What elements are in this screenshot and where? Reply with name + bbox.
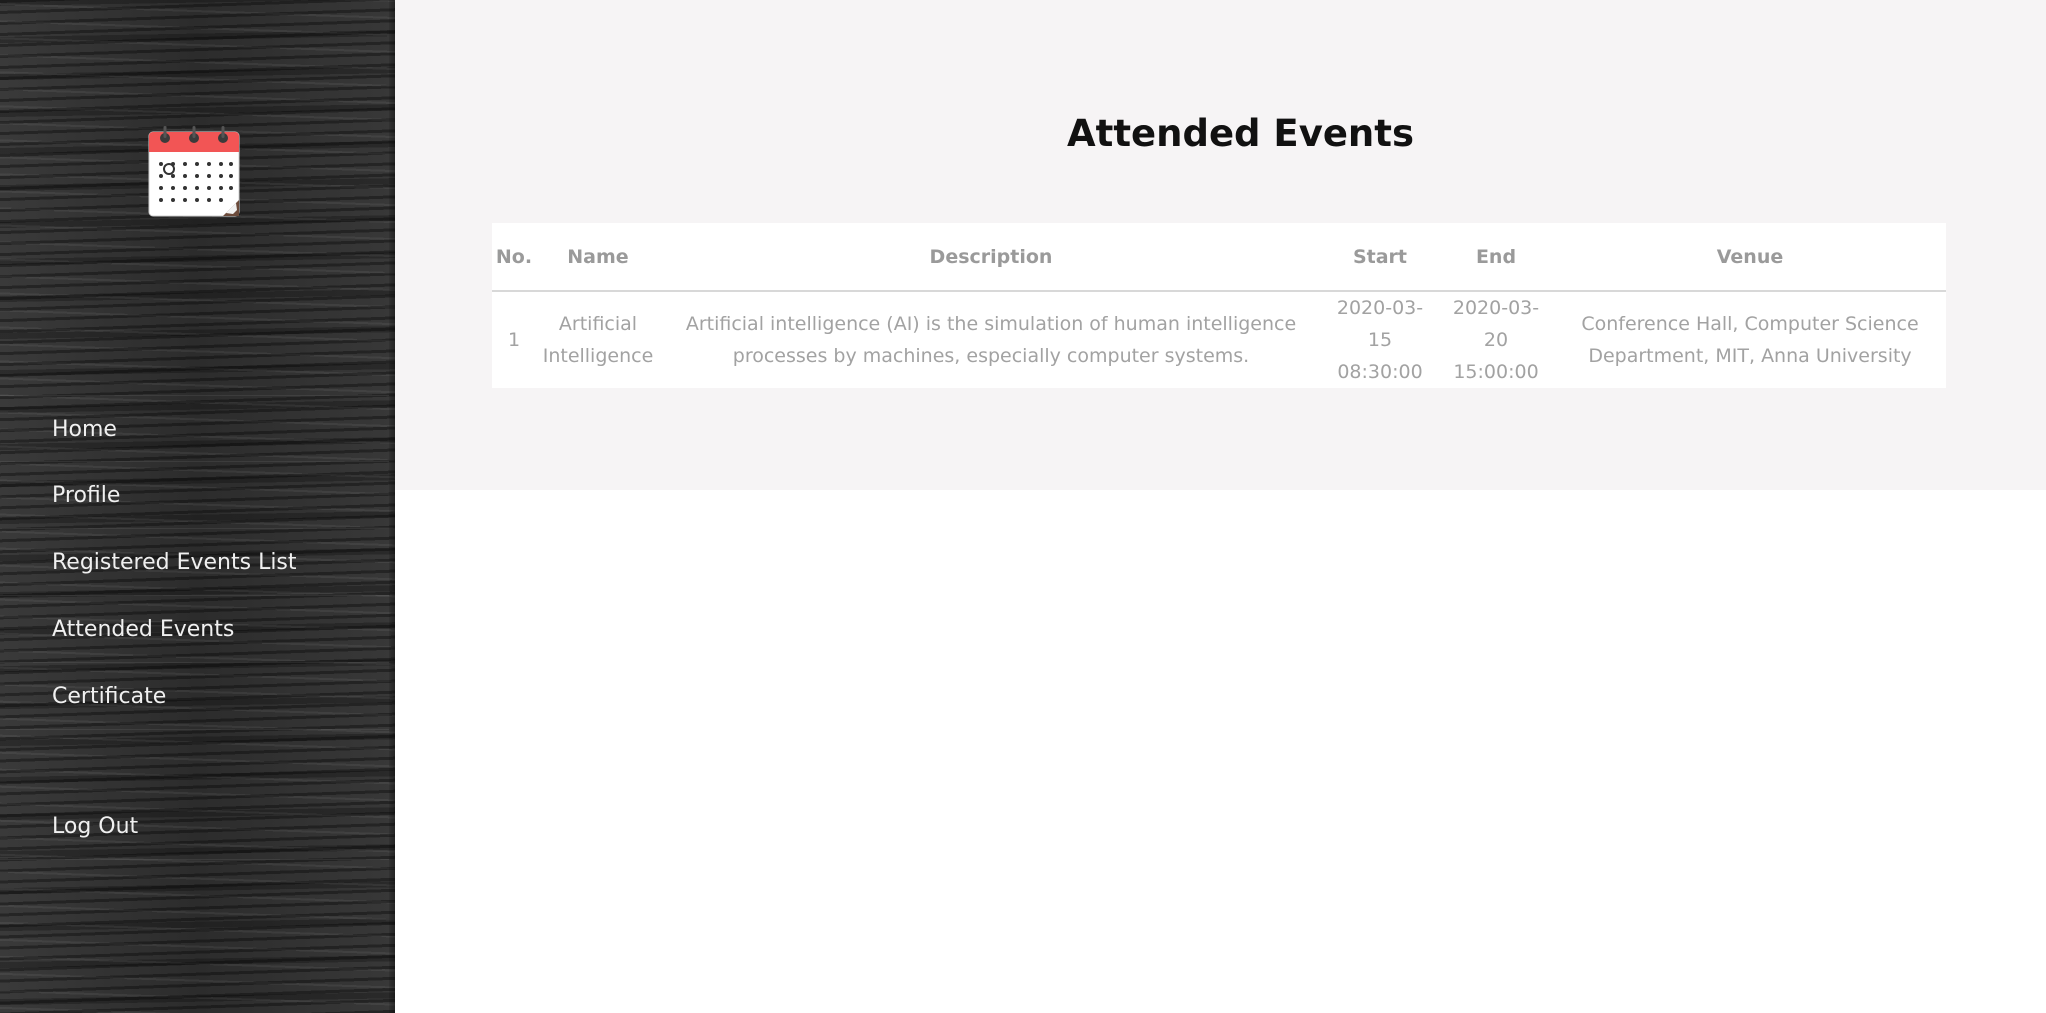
sidebar-item-attended-events[interactable]: Attended Events: [0, 596, 389, 663]
sidebar-item-profile[interactable]: Profile: [0, 462, 389, 529]
cell-name: Artificial Intelligence: [542, 313, 654, 367]
cell-venue: Conference Hall, Computer Science Depart…: [1581, 313, 1919, 367]
column-header-description: Description: [660, 223, 1322, 292]
sidebar-item-logout[interactable]: Log Out: [0, 793, 389, 860]
cell-start: 2020-03-15 08:30:00: [1336, 297, 1424, 383]
column-header-no: No.: [492, 223, 536, 292]
attended-events-table: No. Name Description Start End Venue 1 A…: [492, 223, 1946, 388]
events-table-container: No. Name Description Start End Venue 1 A…: [492, 223, 1946, 388]
column-header-end: End: [1438, 223, 1554, 292]
cell-end: 2020-03-20 15:00:00: [1452, 297, 1540, 383]
table-row: 1 Artificial Intelligence Artificial int…: [492, 291, 1946, 388]
sidebar-item-certificate[interactable]: Certificate: [0, 663, 389, 730]
column-header-venue: Venue: [1554, 223, 1946, 292]
sidebar: Home Profile Registered Events List Atte…: [0, 0, 395, 1013]
table-header-row: No. Name Description Start End Venue: [492, 223, 1946, 292]
cell-description: Artificial intelligence (AI) is the simu…: [685, 313, 1297, 367]
page-title: Attended Events: [1067, 112, 1414, 155]
cell-no: 1: [507, 329, 521, 351]
column-header-start: Start: [1322, 223, 1438, 292]
calendar-icon: [147, 124, 241, 218]
sidebar-nav: Home Profile Registered Events List Atte…: [0, 395, 389, 730]
column-header-name: Name: [536, 223, 660, 292]
app-root: Home Profile Registered Events List Atte…: [0, 0, 2046, 1013]
sidebar-item-registered-events[interactable]: Registered Events List: [0, 529, 389, 596]
sidebar-item-home[interactable]: Home: [0, 395, 389, 462]
